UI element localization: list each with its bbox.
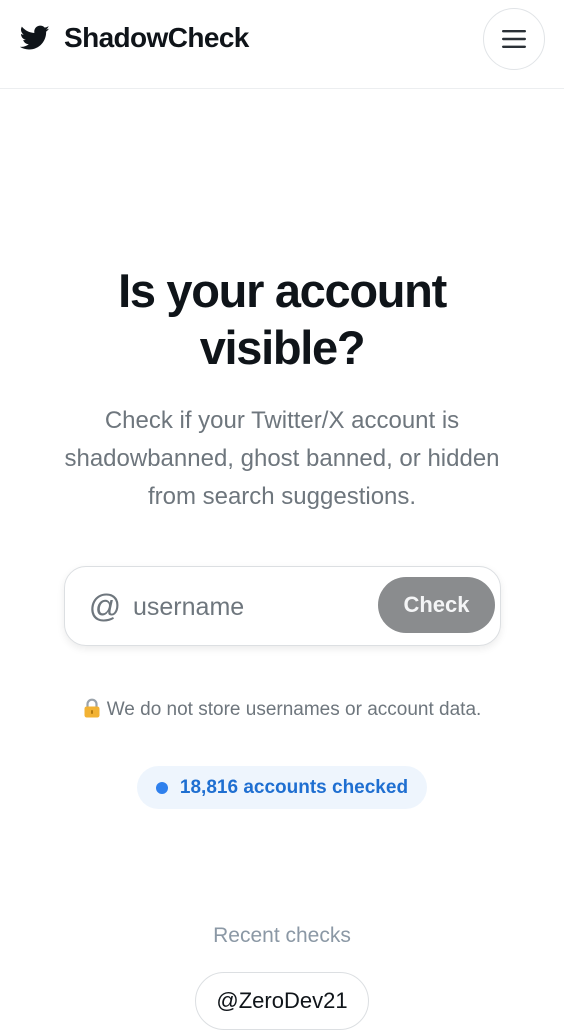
- app-header: ShadowCheck: [0, 0, 564, 89]
- username-input[interactable]: [133, 585, 373, 629]
- username-search-box: @ Check: [64, 566, 501, 646]
- accounts-checked-badge: 18,816 accounts checked: [137, 766, 427, 809]
- at-sign-icon: @: [88, 588, 122, 624]
- lock-icon: [84, 698, 100, 718]
- menu-button[interactable]: [483, 8, 545, 70]
- privacy-notice: We do not store usernames or account dat…: [82, 697, 482, 722]
- accounts-checked-count: 18,816 accounts checked: [179, 776, 409, 798]
- privacy-text: We do not store usernames or account dat…: [106, 699, 482, 720]
- check-button[interactable]: Check: [378, 577, 495, 633]
- page-title: Is your account visible?: [0, 262, 564, 376]
- page-subtitle: Check if your Twitter/X account is shado…: [64, 407, 500, 510]
- status-dot-icon: [155, 781, 168, 794]
- brand-name: ShadowCheck: [64, 22, 249, 53]
- page-title-line-2: visible?: [199, 321, 366, 374]
- brand-logo[interactable]: ShadowCheck: [20, 20, 249, 56]
- bird-icon: [20, 25, 50, 50]
- recent-check-chip[interactable]: @ZeroDev21: [195, 972, 369, 1030]
- recent-checks-title: Recent checks: [213, 924, 351, 947]
- hamburger-menu-icon: [502, 30, 526, 48]
- page-title-line-1: Is your account: [118, 264, 447, 317]
